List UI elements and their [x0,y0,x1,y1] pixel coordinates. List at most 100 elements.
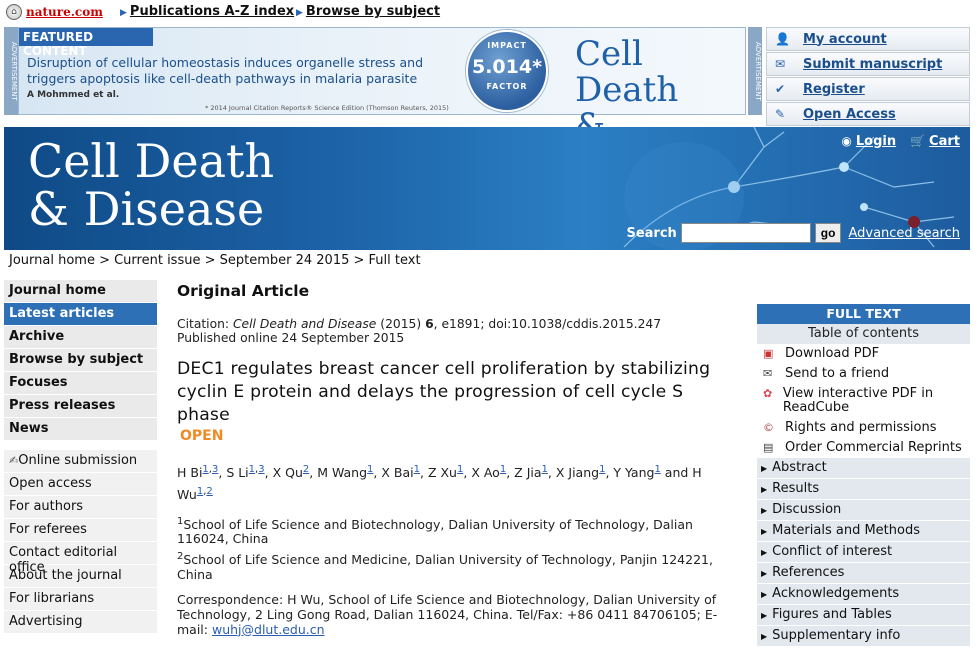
envelope-icon: ✉ [763,367,773,380]
section-link[interactable]: ▶ Conflict of interest [757,542,970,563]
author-affiliation-link[interactable]: 2 [303,464,309,475]
search-input[interactable] [680,223,811,243]
nav-open-access[interactable]: Open access [4,473,157,495]
author: X Bai1 [381,464,420,481]
author-affiliation-link[interactable]: 1 [367,464,373,475]
site-logo[interactable]: ⌂ nature.com [6,4,103,20]
section-link[interactable]: ▶ Results [757,479,970,500]
section-label: Conflict of interest [772,544,893,559]
author: Z Jia1 [514,464,548,481]
ad-article-title[interactable]: Disruption of cellular homeostasis induc… [27,55,447,87]
home-icon: ⌂ [6,4,22,20]
nav-contact-editorial[interactable]: Contact editorial office [4,542,157,575]
readcube-icon: ✿ [763,387,773,400]
nav-browse-subject[interactable]: ▶ Browse by subject [296,4,440,19]
triangle-right-icon: ▶ [120,8,127,18]
account-panel: 👤 My account ✉ Submit manuscript ✔ Register… [766,27,970,127]
author-affiliation-link[interactable]: 1,3 [202,464,218,475]
section-links: ▶ Abstract ▶ Results ▶ Discussion ▶ Materials a… [757,458,970,647]
nav-journal-home[interactable]: Journal home [4,280,157,302]
section-label: Supplementary info [772,628,901,643]
header-links: ◉ Login 🛒 Cart [841,134,960,149]
rights-permissions-button[interactable]: © Rights and permissions [757,418,970,438]
breadcrumb[interactable]: Journal home > Current issue > September… [9,253,421,268]
nav-advertising[interactable]: Advertising [4,611,157,633]
cell-node [860,203,868,211]
author: Y Yang1 [613,464,661,481]
nav-archive[interactable]: Archive [4,326,157,348]
search-label: Search [626,225,677,241]
advertisement-banner[interactable]: FEATURED CONTENT Disruption of cellular … [18,27,746,180]
my-account-button[interactable]: 👤 My account [766,27,970,51]
author-affiliation-link[interactable]: 1 [457,464,463,475]
advanced-search-link[interactable]: Advanced search [848,226,960,241]
author-affiliation-link[interactable]: 1 [542,464,548,475]
author-affiliation-link[interactable]: 1 [599,464,605,475]
nav-focuses[interactable]: Focuses [4,372,157,394]
send-to-friend-button[interactable]: ✉ Send to a friend [757,364,970,384]
affiliation-2: 2School of Life Science and Medicine, Da… [177,551,713,582]
section-label: Discussion [772,502,842,517]
section-link[interactable]: ▶ Discussion [757,500,970,521]
section-link[interactable]: ▶ Materials and Methods [757,521,970,542]
table-of-contents-link[interactable]: Table of contents [757,324,970,344]
author: Z Xu1 [427,464,464,481]
nav-publications[interactable]: ▶ Publications A-Z index [120,4,294,19]
section-link[interactable]: ▶ Abstract [757,458,970,479]
nav-for-referees[interactable]: For referees [4,519,157,541]
login-link[interactable]: ◉ Login [841,134,896,149]
nav-about-journal[interactable]: About the journal [4,565,157,587]
affiliations: 1School of Life Science and Biotechnolog… [177,515,725,581]
article-title: DEC1 regulates breast cancer cell prolif… [177,359,711,425]
article-type: Original Article [177,282,310,300]
cart-link[interactable]: 🛒 Cart [910,134,960,149]
pencil-icon: ✎ [775,107,786,121]
section-label: Figures and Tables [772,607,892,622]
site-link[interactable]: nature.com [26,5,103,19]
section-label: Results [772,481,820,496]
register-button[interactable]: ✔ Register [766,77,970,101]
nav-latest-articles[interactable]: Latest articles [4,303,157,325]
ad-footnote: * 2014 Journal Citation Reports® Science… [205,104,449,112]
author-list: H Bi1,3, S Li1,3, X Qu2, M Wang1, X Bai1… [177,464,702,503]
open-access-button[interactable]: ✎ Open Access [766,102,970,126]
nav-online-submission[interactable]: ✍Online submission [4,450,157,472]
top-bar: ⌂ nature.com ▶ Publications A-Z index ▶ Br… [0,0,978,26]
section-link[interactable]: ▶ References [757,563,970,584]
journal-title[interactable]: Cell Death & Disease [28,137,274,233]
ad-article-author: A Mohmmed et al. [27,90,120,100]
section-label: Abstract [772,460,827,475]
email-link[interactable]: wuhj@dlut.edu.cn [212,622,325,637]
section-link[interactable]: ▶ Supplementary info [757,626,970,647]
submit-manuscript-button[interactable]: ✉ Submit manuscript [766,52,970,76]
author: M Wang1 [317,464,374,481]
author-affiliation-link[interactable]: 1 [500,464,506,475]
author-affiliation-link[interactable]: 1 [414,464,420,475]
open-access-badge: OPEN [180,428,224,444]
readcube-button[interactable]: ✿ View interactive PDF in ReadCube [757,384,970,418]
triangle-right-icon: ▶ [761,632,768,641]
nav-news[interactable]: News [4,418,157,440]
search-bar: Search go Advanced search [626,223,960,243]
order-reprints-button[interactable]: ▤ Order Commercial Reprints [757,438,970,458]
ad-label-right: ADVERTISEMENT [748,27,762,115]
triangle-right-icon: ▶ [761,506,768,515]
check-circle-icon: ✔ [775,82,786,96]
author-affiliation-link[interactable]: 1,3 [249,464,265,475]
nav-for-authors[interactable]: For authors [4,496,157,518]
author: X Ao1 [471,464,507,481]
published-date: Published online 24 September 2015 [177,331,405,345]
download-pdf-button[interactable]: ▣ Download PDF [757,344,970,364]
search-go-button[interactable]: go [814,223,842,243]
section-link[interactable]: ▶ Acknowledgements [757,584,970,605]
nav-for-librarians[interactable]: For librarians [4,588,157,610]
author: X Qu2 [272,464,310,481]
journal-header: Cell Death & Disease ◉ Login 🛒 Cart Search… [4,127,970,250]
nav-browse-by-subject[interactable]: Browse by subject [4,349,157,371]
nav-press-releases[interactable]: Press releases [4,395,157,417]
section-link[interactable]: ▶ Figures and Tables [757,605,970,626]
login-icon: ◉ [841,134,852,148]
author-affiliation-link[interactable]: 1,2 [197,486,213,497]
author-affiliation-link[interactable]: 1 [654,464,660,475]
correspondence: Correspondence: H Wu, School of Life Sci… [177,591,718,637]
